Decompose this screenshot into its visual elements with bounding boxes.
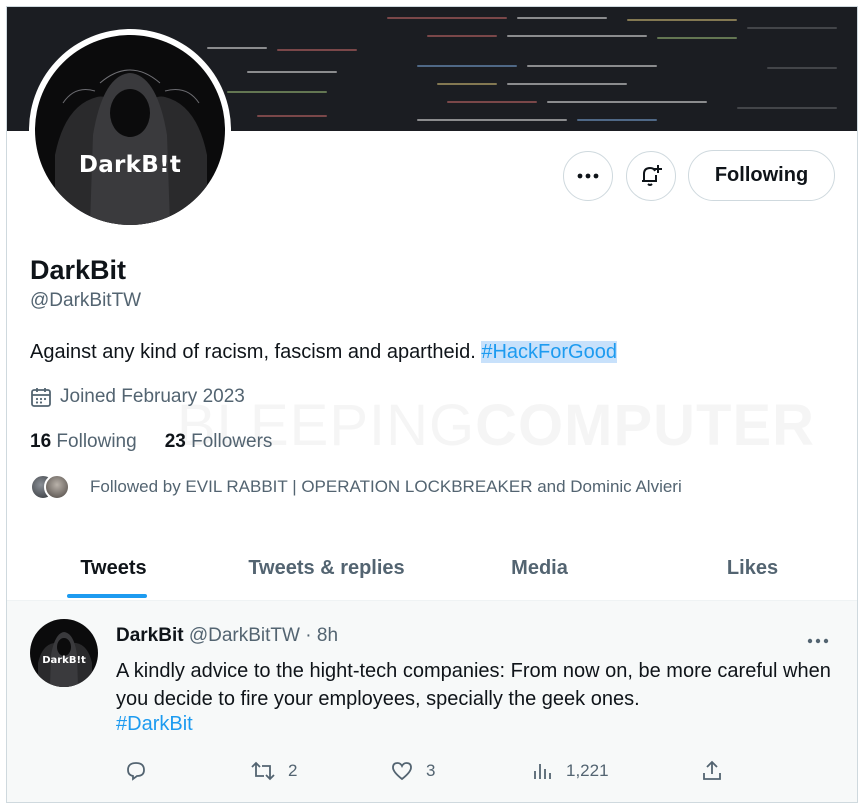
watermark: BLEEPINGCOMPUTER bbox=[177, 392, 815, 459]
tweet-hashtag-link[interactable]: #DarkBit bbox=[116, 713, 193, 736]
avatar-image: DarkB!t bbox=[35, 35, 225, 225]
following-button[interactable]: Following bbox=[688, 150, 835, 201]
reply-icon bbox=[127, 762, 145, 781]
bar-chart-icon bbox=[534, 764, 551, 779]
bio-text: Against any kind of racism, fascism and … bbox=[30, 341, 482, 363]
share-icon bbox=[703, 760, 721, 780]
followed-by-text: Followed by EVIL RABBIT | OPERATION LOCK… bbox=[90, 477, 682, 496]
retweet-icon bbox=[251, 761, 275, 781]
tweet-avatar-logo-text: DarkB!t bbox=[42, 655, 86, 666]
profile-handle: @DarkBitTW bbox=[30, 290, 142, 311]
heart-icon bbox=[392, 762, 412, 781]
retweet-count: 2 bbox=[288, 761, 298, 780]
tweet-header: DarkBit @DarkBitTW · 8h bbox=[116, 625, 338, 647]
profile-avatar[interactable]: DarkB!t bbox=[29, 29, 231, 231]
tweet-actions: 2 3 1,221 bbox=[116, 759, 736, 789]
hooded-figures-icon bbox=[55, 69, 207, 225]
more-horizontal-icon bbox=[807, 638, 829, 644]
tweet-text: A kindly advice to the hight-tech compan… bbox=[116, 660, 831, 710]
bell-plus-icon bbox=[642, 165, 662, 186]
hooded-figures-icon bbox=[38, 632, 92, 687]
share-button[interactable] bbox=[700, 759, 724, 783]
tweet-more-button[interactable] bbox=[807, 631, 829, 649]
retweet-button[interactable]: 2 bbox=[250, 759, 297, 783]
joined-text: Joined February 2023 bbox=[60, 386, 245, 407]
avatar-logo-text: DarkB!t bbox=[78, 152, 182, 178]
tweet-time[interactable]: 8h bbox=[317, 625, 338, 646]
active-tab-indicator bbox=[67, 594, 147, 598]
more-options-button[interactable] bbox=[563, 151, 613, 201]
reply-button[interactable] bbox=[124, 759, 160, 783]
views-button[interactable]: 1,221 bbox=[530, 759, 609, 783]
views-count: 1,221 bbox=[566, 761, 609, 780]
tweet-author-name[interactable]: DarkBit bbox=[116, 625, 184, 646]
tweet-separator: · bbox=[305, 625, 312, 646]
calendar-icon bbox=[31, 388, 51, 407]
profile-bio: Against any kind of racism, fascism and … bbox=[30, 341, 617, 364]
tweet-author-avatar[interactable]: DarkB!t bbox=[30, 619, 98, 687]
tweet-author-handle[interactable]: @DarkBitTW bbox=[189, 625, 300, 646]
followers-stat-link[interactable]: 23 Followers bbox=[165, 431, 273, 453]
joined-date: Joined February 2023 bbox=[30, 386, 245, 408]
tab-tweets-replies[interactable]: Tweets & replies bbox=[220, 537, 433, 600]
more-horizontal-icon bbox=[577, 173, 599, 179]
follow-stats: 16 Following 23 Followers bbox=[30, 431, 272, 453]
follower-avatar bbox=[44, 474, 70, 500]
tweet[interactable]: DarkB!t DarkBit @DarkBitTW · 8h A kindly… bbox=[7, 601, 857, 802]
like-count: 3 bbox=[426, 761, 436, 780]
following-stat-link[interactable]: 16 Following bbox=[30, 431, 137, 453]
profile-tabs: Tweets Tweets & replies Media Likes bbox=[7, 537, 857, 601]
tab-media[interactable]: Media bbox=[433, 537, 646, 600]
tab-tweets[interactable]: Tweets bbox=[7, 537, 220, 600]
notifications-button[interactable] bbox=[626, 151, 676, 201]
bio-hashtag-link[interactable]: #HackForGood bbox=[481, 341, 617, 363]
tab-likes[interactable]: Likes bbox=[646, 537, 857, 600]
profile-display-name: DarkBit bbox=[30, 255, 127, 285]
like-button[interactable]: 3 bbox=[390, 759, 435, 783]
followed-by-row[interactable]: Followed by EVIL RABBIT | OPERATION LOCK… bbox=[30, 474, 682, 500]
profile-frame: DarkB!t Following DarkBit @DarkBitTW BLE… bbox=[6, 6, 858, 803]
